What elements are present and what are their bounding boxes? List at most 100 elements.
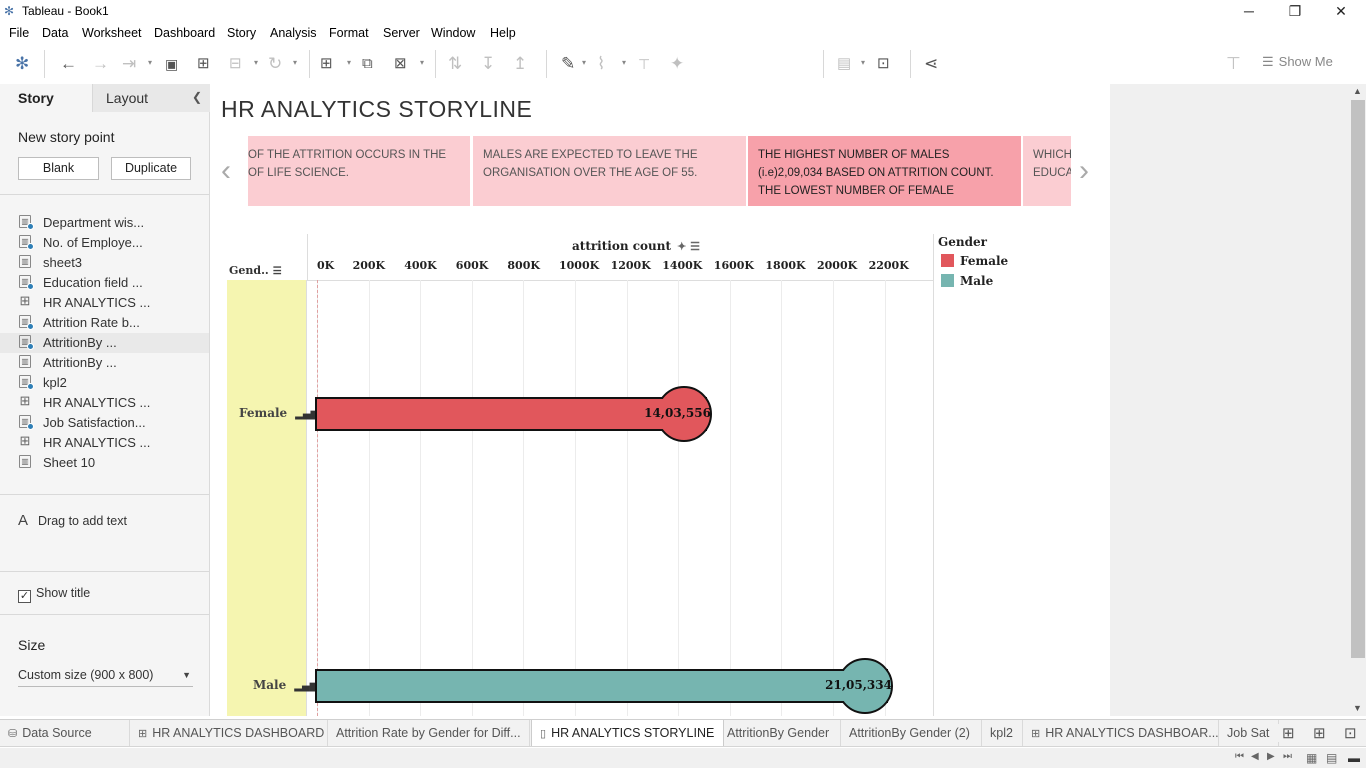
show-title-checkbox[interactable]: ✓ Show title <box>18 586 90 603</box>
save-icon[interactable]: ▣ <box>165 54 178 74</box>
text-icon: A <box>18 512 29 529</box>
sort-icon[interactable]: ☰ <box>273 266 282 277</box>
menu-window[interactable]: Window <box>431 26 475 40</box>
show-sheet-sorter-icon[interactable]: ▤ <box>1326 751 1337 765</box>
chevron-left-icon[interactable]: ‹ <box>221 154 231 188</box>
story-point-3[interactable]: THE HIGHEST NUMBER OF MALES (i.e)2,09,03… <box>748 136 1021 206</box>
sheet-list-item[interactable]: ⊞ HR ANALYTICS ... <box>0 393 209 413</box>
sheet-tab[interactable]: Job Sat <box>1219 720 1279 746</box>
blank-button[interactable]: Blank <box>18 157 99 180</box>
sheet-list-item[interactable]: ▥ AttritionBy ... <box>0 353 209 373</box>
new-sheet-icon[interactable]: ⊞ <box>320 54 333 74</box>
share-icon[interactable]: ⋖ <box>924 54 938 74</box>
restore-button[interactable]: ❐ <box>1272 1 1318 21</box>
dashboard-icon: ⊞ <box>19 293 31 308</box>
sheet-list-item[interactable]: ▥ Education field ... <box>0 273 209 293</box>
row-label-female[interactable]: Female ▂▄▆ <box>239 406 318 420</box>
sheet-tab[interactable]: kpl2 <box>982 720 1023 746</box>
sort-descending-icon[interactable]: ↥ <box>513 54 527 74</box>
menu-analysis[interactable]: Analysis <box>270 26 317 40</box>
sheet-tab[interactable]: ▯ HR ANALYTICS STORYLINE <box>531 720 724 746</box>
highlight-icon[interactable]: ✎ <box>561 54 575 74</box>
sheet-tab-label: HR ANALYTICS DASHBOAR... <box>1045 726 1219 740</box>
sheet-tab[interactable]: ⊞ HR ANALYTICS DASHBOARD <box>130 720 328 746</box>
sheet-list-item[interactable]: ▥ sheet3 <box>0 253 209 273</box>
sheet-list-item[interactable]: ⊞ HR ANALYTICS ... <box>0 433 209 453</box>
menu-dashboard[interactable]: Dashboard <box>154 26 215 40</box>
sheet-list-item[interactable]: ▥ Attrition Rate b... <box>0 313 209 333</box>
first-sheet-icon[interactable]: ⏮ <box>1235 751 1244 762</box>
tableau-start-icon[interactable]: ✻ <box>15 54 29 74</box>
show-me-icon: ☰ <box>1262 54 1274 69</box>
gridline <box>781 280 783 716</box>
legend-item-female[interactable]: Female <box>941 254 1008 268</box>
sheet-tab[interactable]: ⛁ Data Source <box>0 720 130 746</box>
scroll-up-icon[interactable]: ▲ <box>1353 86 1362 96</box>
sheet-list-item[interactable]: ▥ Job Satisfaction... <box>0 413 209 433</box>
menu-server[interactable]: Server <box>383 26 420 40</box>
clear-sheet-icon[interactable]: ⊠ <box>394 54 407 74</box>
chevron-right-icon[interactable]: › <box>1079 154 1089 188</box>
label-icon[interactable]: ⊤ <box>638 54 650 74</box>
format-painter-icon[interactable]: ⊤ <box>1226 54 1241 74</box>
duplicate-sheet-icon[interactable]: ⧉ <box>362 54 373 74</box>
show-tabs-icon[interactable]: ▬ <box>1348 751 1360 765</box>
pin-icon[interactable]: ✦ <box>670 54 684 74</box>
sheet-tab[interactable]: ⊞ HR ANALYTICS DASHBOAR... <box>1023 720 1219 746</box>
x-tick-label: 1800K <box>765 259 806 272</box>
new-worksheet-icon[interactable]: ⊞ <box>1278 724 1299 742</box>
sort-ascending-icon[interactable]: ↧ <box>481 54 495 74</box>
sheet-tab[interactable]: Attrition Rate by Gender for Diff... <box>328 720 530 746</box>
sheet-tab[interactable]: AttritionBy Gender (2) <box>841 720 982 746</box>
new-story-icon[interactable]: ⊡ <box>1340 724 1361 742</box>
refresh-icon[interactable]: ↻ <box>268 54 282 74</box>
story-point-4[interactable]: WHICH EDUCA <box>1023 136 1071 206</box>
new-dashboard-icon[interactable]: ⊞ <box>1309 724 1330 742</box>
sheet-list-item[interactable]: ▥ kpl2 <box>0 373 209 393</box>
legend-item-male[interactable]: Male <box>941 274 993 288</box>
menu-file[interactable]: File <box>9 26 29 40</box>
last-sheet-icon[interactable]: ⏭ <box>1283 751 1292 762</box>
duplicate-button[interactable]: Duplicate <box>111 157 191 180</box>
vertical-scrollbar[interactable]: ▲ ▼ <box>1350 84 1366 716</box>
size-dropdown[interactable]: Custom size (900 x 800) ▼ <box>18 665 193 687</box>
tab-story[interactable]: Story <box>0 84 92 112</box>
pin-icon[interactable]: ✦ ☰ <box>677 240 700 253</box>
menu-format[interactable]: Format <box>329 26 369 40</box>
cards-icon[interactable]: ▤ <box>837 54 851 74</box>
show-filmstrip-icon[interactable]: ▦ <box>1306 751 1317 765</box>
menu-help[interactable]: Help <box>490 26 516 40</box>
group-icon[interactable]: ⌇ <box>597 54 605 74</box>
sheet-list-item[interactable]: ▥ Sheet 10 <box>0 453 209 473</box>
menu-story[interactable]: Story <box>227 26 256 40</box>
menu-data[interactable]: Data <box>42 26 68 40</box>
sheet-tab[interactable]: AttritionBy Gender <box>719 720 841 746</box>
title-bar: ✻ Tableau - Book1 ─ ❐ ✕ <box>0 0 1366 22</box>
undo-icon[interactable]: ← <box>60 54 77 74</box>
prev-sheet-icon[interactable]: ◀ <box>1251 751 1259 762</box>
redo-icon[interactable]: → <box>92 54 109 74</box>
next-sheet-icon[interactable]: ▶ <box>1267 751 1275 762</box>
sheet-list-item[interactable]: ▥ No. of Employe... <box>0 233 209 253</box>
replay-icon[interactable]: ⇥ <box>122 54 136 74</box>
presentation-mode-icon[interactable]: ⊡ <box>877 54 890 74</box>
sheet-tab-label: Job Sat <box>1227 726 1270 740</box>
scroll-thumb[interactable] <box>1351 100 1365 658</box>
new-story-point-heading: New story point <box>18 129 115 145</box>
sheet-list-item[interactable]: ⊞ HR ANALYTICS ... <box>0 293 209 313</box>
sheet-list-item[interactable]: ▥ Department wis... <box>0 213 209 233</box>
scroll-down-icon[interactable]: ▼ <box>1353 703 1362 713</box>
story-point-1[interactable]: OF THE ATTRITION OCCURS IN THE OF LIFE S… <box>248 136 470 206</box>
swap-icon[interactable]: ⇅ <box>448 54 462 74</box>
close-button[interactable]: ✕ <box>1318 1 1364 21</box>
pause-updates-icon[interactable]: ⊟ <box>229 54 242 74</box>
collapse-pane-icon[interactable]: ❮ <box>192 90 202 104</box>
menu-worksheet[interactable]: Worksheet <box>82 26 142 40</box>
minimize-button[interactable]: ─ <box>1226 1 1272 21</box>
sheet-list-item[interactable]: ▥ AttritionBy ... <box>0 333 209 353</box>
row-header-title[interactable]: Gend.. ☰ <box>229 264 282 277</box>
show-me-button[interactable]: ☰ Show Me <box>1262 54 1333 70</box>
story-point-2[interactable]: MALES ARE EXPECTED TO LEAVE THE ORGANISA… <box>473 136 746 206</box>
new-data-source-icon[interactable]: ⊞ <box>197 54 210 74</box>
drag-text-item[interactable]: A Drag to add text <box>18 512 127 529</box>
